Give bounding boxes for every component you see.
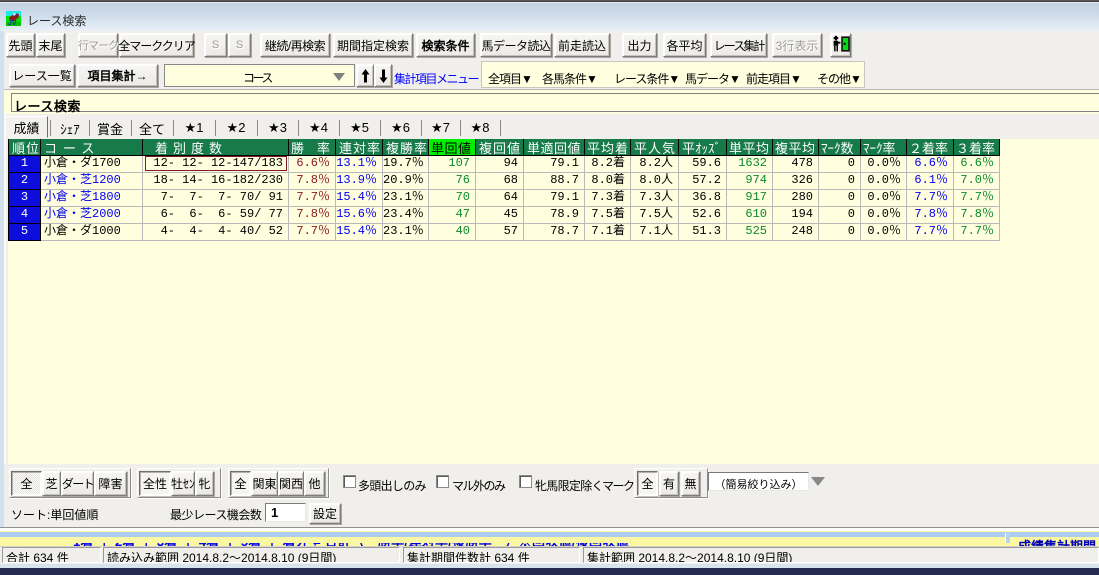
svg-text:JV: JV [8, 20, 17, 26]
